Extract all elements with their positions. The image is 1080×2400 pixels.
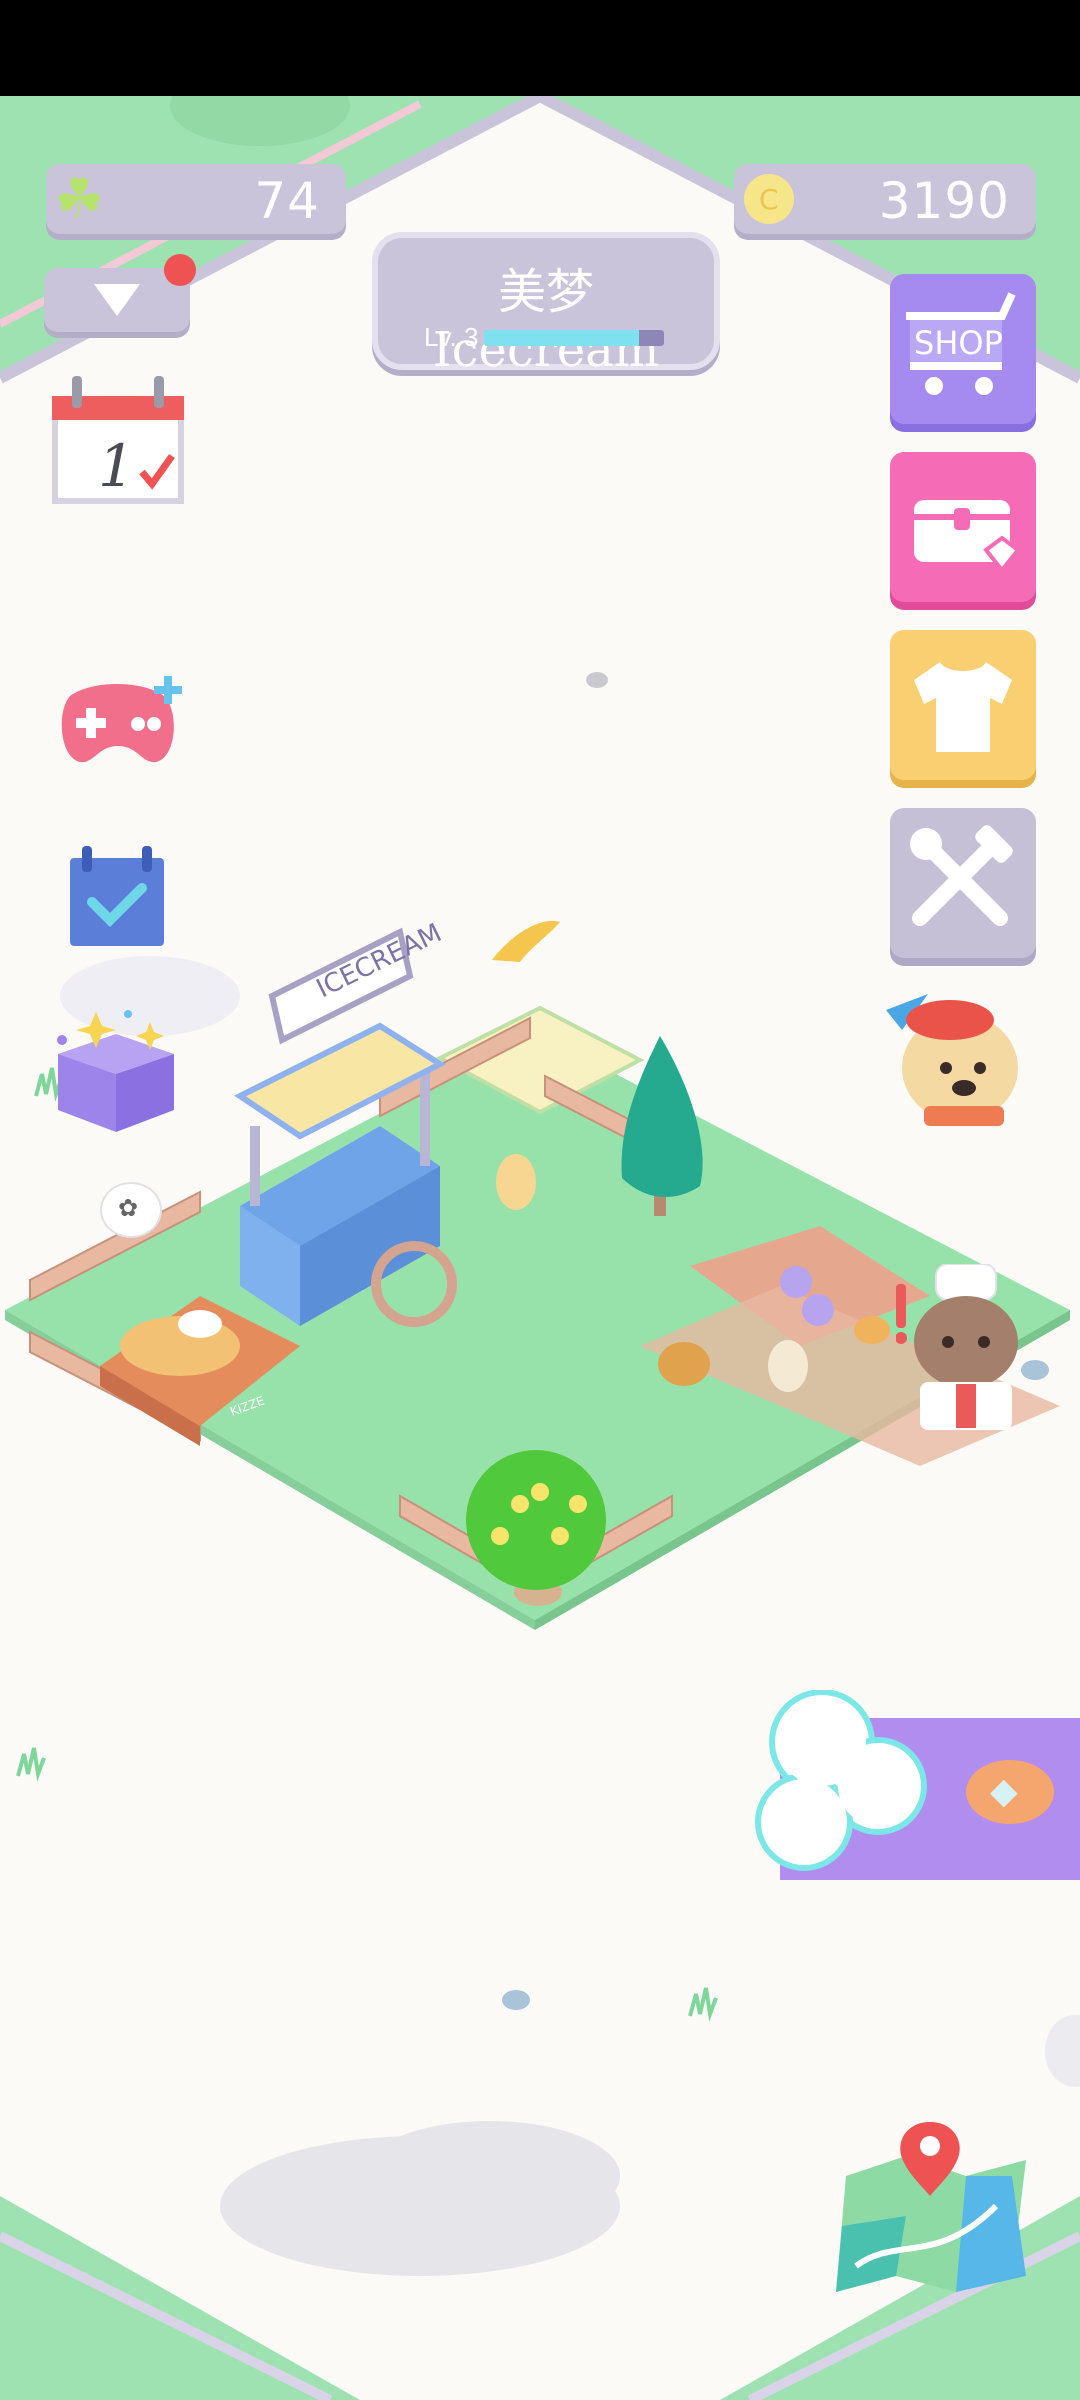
cloud-button[interactable] bbox=[752, 1689, 932, 1880]
minigames-button[interactable] bbox=[52, 676, 184, 768]
checklist-icon bbox=[70, 846, 164, 946]
tasks-button[interactable] bbox=[70, 846, 164, 946]
kitten-pet[interactable] bbox=[854, 1316, 890, 1344]
player-plate[interactable]: 美梦 Icecream Lv. 3 bbox=[372, 232, 720, 378]
collapse-menu-button[interactable] bbox=[44, 254, 196, 332]
clover-counter[interactable]: ☘ 74 bbox=[46, 164, 346, 234]
cat-chef-visitor[interactable] bbox=[895, 1263, 1026, 1434]
gift-box-button[interactable] bbox=[50, 1004, 180, 1134]
tshirt-icon bbox=[914, 662, 1012, 752]
game-scene: ICECREAM KIZZE ✿ ☘ 74 美梦 Icecream Lv. 3 … bbox=[0, 96, 1080, 2400]
coin-symbol: C bbox=[759, 183, 779, 216]
treasure-chest-icon bbox=[914, 500, 1021, 574]
poodle-visitor-icon bbox=[886, 994, 1018, 1126]
daily-checkin-button[interactable]: 1 bbox=[52, 376, 184, 506]
cat-pet[interactable] bbox=[496, 1154, 536, 1210]
tools-icon bbox=[910, 825, 1013, 926]
player-name: 美梦 Icecream bbox=[432, 264, 660, 378]
banana-peel[interactable] bbox=[492, 920, 560, 962]
thought-bubble[interactable]: ✿ bbox=[100, 1182, 162, 1238]
shop-button[interactable]: SHOP bbox=[890, 274, 1036, 424]
clover-value: 74 bbox=[254, 172, 320, 230]
coin-value: 3190 bbox=[878, 172, 1010, 230]
coin-counter[interactable]: C 3190 bbox=[734, 164, 1036, 234]
triangle-down-icon bbox=[94, 284, 140, 316]
wardrobe-button[interactable] bbox=[890, 630, 1036, 780]
player-level: Lv. 3 bbox=[424, 322, 479, 352]
clover-icon: ☘ bbox=[54, 167, 105, 230]
shop-label: SHOP bbox=[914, 324, 1003, 362]
status-bar bbox=[0, 0, 1080, 96]
coin-icon: C bbox=[744, 174, 794, 224]
diamond-icon: ◆ bbox=[966, 1760, 1054, 1824]
poodle-visitor[interactable] bbox=[880, 980, 1040, 1140]
notification-badge bbox=[164, 254, 196, 286]
mystery-box-icon bbox=[57, 1010, 174, 1132]
calendar-day: 1 bbox=[98, 432, 135, 500]
map-button[interactable] bbox=[826, 2116, 1036, 2316]
map-pin-icon bbox=[836, 2122, 1026, 2292]
gamepad-icon bbox=[61, 676, 182, 763]
lion-pet[interactable] bbox=[658, 1342, 710, 1386]
dog-pet[interactable] bbox=[768, 1340, 808, 1392]
xp-bar bbox=[484, 330, 664, 346]
treasure-button[interactable] bbox=[890, 452, 1036, 602]
cloud-icon bbox=[755, 1689, 927, 1871]
xp-fill bbox=[484, 330, 639, 346]
flower-icon: ✿ bbox=[118, 1195, 139, 1222]
build-button[interactable] bbox=[890, 808, 1036, 958]
cat-chef-visitor-icon bbox=[895, 1263, 1018, 1430]
